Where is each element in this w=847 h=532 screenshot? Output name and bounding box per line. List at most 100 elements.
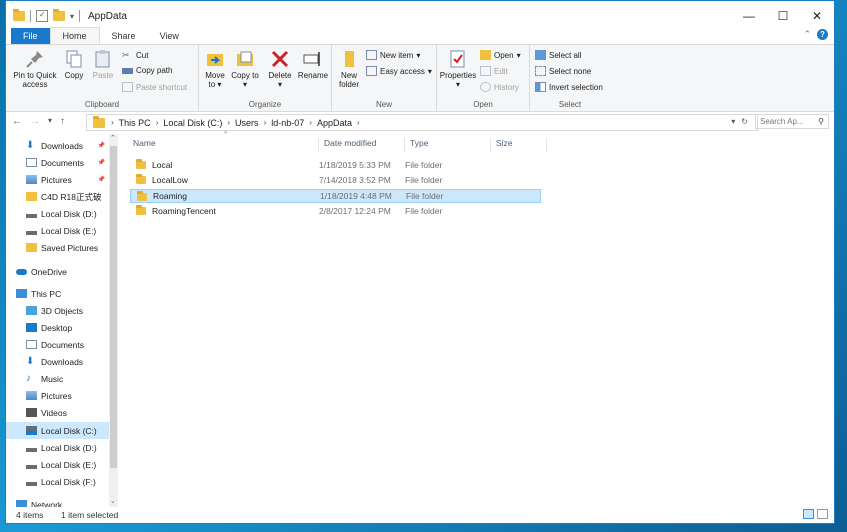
help-icon[interactable]: ? <box>817 29 828 40</box>
close-button[interactable]: ✕ <box>800 1 834 31</box>
cut-button[interactable]: ✂ Cut <box>122 50 148 60</box>
properties-button[interactable]: Properties ▾ <box>439 45 477 89</box>
open-group: Properties ▾ Open ▾ Edit History Open <box>437 45 530 111</box>
back-arrow-icon[interactable]: ← <box>12 116 22 127</box>
nav-item[interactable]: This PC <box>6 285 109 302</box>
easy-access-label: Easy access <box>380 66 425 76</box>
copy-to-label: Copy to <box>231 71 259 80</box>
nav-item[interactable]: ♪ Music <box>6 370 109 387</box>
new-folder-icon[interactable] <box>53 9 65 21</box>
nav-item-label: Local Disk (F:) <box>41 476 96 487</box>
easy-access-button[interactable]: Easy access ▾ <box>366 66 432 76</box>
paste-button[interactable]: Paste <box>91 45 115 80</box>
nav-item[interactable]: Pictures <box>6 387 109 404</box>
file-row[interactable]: Local 1/18/2019 5:33 PM File folder <box>130 158 541 172</box>
folder-icon <box>136 204 146 215</box>
nav-item[interactable]: Documents 📌 <box>6 154 109 171</box>
nav-item[interactable]: Local Disk (D:) <box>6 439 109 456</box>
nav-scrollbar[interactable]: ⌃ ⌄ <box>109 134 118 507</box>
search-box[interactable]: Search Ap... ⚲ <box>755 114 829 129</box>
title-bar: ✓ ▾ AppData — ☐ ✕ <box>6 1 834 31</box>
window-title: AppData <box>88 11 127 22</box>
customize-dropdown-icon[interactable]: ▾ <box>70 12 74 21</box>
scroll-down-arrow-icon[interactable]: ⌄ <box>110 497 116 505</box>
column-header-type[interactable]: Type <box>405 138 491 152</box>
breadcrumb-appdata[interactable]: AppData <box>314 118 355 128</box>
copy-path-button[interactable]: Copy path <box>122 66 172 75</box>
address-bar[interactable]: › This PC › Local Disk (C:) › Users › ld… <box>86 114 758 131</box>
edit-button[interactable]: Edit <box>480 66 508 76</box>
up-arrow-icon[interactable]: ↑ <box>60 116 65 127</box>
file-row[interactable]: Roaming 1/18/2019 4:48 PM File folder <box>130 188 541 203</box>
clipboard-group-label: Clipboard <box>84 100 120 109</box>
nav-item[interactable]: Desktop <box>6 319 109 336</box>
tab-home[interactable]: Home <box>49 27 100 44</box>
refresh-icon[interactable]: ↻ <box>741 117 748 126</box>
nav-item[interactable]: 3D Objects <box>6 302 109 319</box>
nav-item-label: Local Disk (D:) <box>41 442 97 453</box>
new-item-icon <box>366 50 377 60</box>
paste-shortcut-button[interactable]: Paste shortcut <box>122 82 187 92</box>
rename-label: Rename <box>297 71 329 80</box>
details-view-icon[interactable] <box>803 509 814 519</box>
nav-item[interactable]: C4D R18正式破 <box>6 188 109 205</box>
nav-item[interactable]: ⬇ Downloads <box>6 353 109 370</box>
nav-item[interactable]: Pictures 📌 <box>6 171 109 188</box>
column-header-date[interactable]: Date modified <box>319 138 405 152</box>
breadcrumb-local-disk-c[interactable]: Local Disk (C:) <box>160 118 225 128</box>
file-name: LocalLow <box>152 175 188 186</box>
search-icon[interactable]: ⚲ <box>818 117 824 126</box>
minimize-button[interactable]: — <box>732 1 766 31</box>
tab-file[interactable]: File <box>11 28 50 44</box>
maximize-button[interactable]: ☐ <box>766 1 800 31</box>
column-header-name[interactable]: Name <box>126 138 319 152</box>
breadcrumb-this-pc[interactable]: This PC <box>116 118 154 128</box>
forward-arrow-icon[interactable]: → <box>30 116 40 127</box>
drive-icon <box>26 481 37 486</box>
nav-item[interactable]: Documents <box>6 336 109 353</box>
select-all-button[interactable]: Select all <box>535 50 581 60</box>
move-to-button[interactable]: Move to ▾ <box>201 45 229 89</box>
nav-item[interactable]: ⬇ Downloads 📌 <box>6 137 109 154</box>
nav-item[interactable]: Local Disk (C:) <box>6 422 109 439</box>
nav-item[interactable]: Local Disk (E:) <box>6 456 109 473</box>
cloud-icon <box>16 268 27 275</box>
drive-icon <box>26 230 37 235</box>
open-button[interactable]: Open ▾ <box>480 50 521 60</box>
address-dropdown-icon[interactable]: ▾ <box>731 117 735 126</box>
file-row[interactable]: LocalLow 7/14/2018 3:52 PM File folder <box>130 173 541 187</box>
large-icons-view-icon[interactable] <box>817 509 828 519</box>
item-count: 4 items <box>16 510 44 520</box>
recent-locations-icon[interactable]: ▾ <box>48 116 52 127</box>
nav-item-label: Local Disk (C:) <box>41 425 97 436</box>
rename-button[interactable]: Rename <box>297 45 329 80</box>
new-folder-button[interactable]: New folder <box>335 45 363 89</box>
nav-scrollbar-thumb[interactable] <box>110 146 117 468</box>
nav-item[interactable]: Videos <box>6 404 109 421</box>
nav-item[interactable]: OneDrive <box>6 263 109 280</box>
breadcrumb-user[interactable]: ld-nb-07 <box>268 118 307 128</box>
nav-item[interactable]: Local Disk (D:) <box>6 205 109 222</box>
breadcrumb-users[interactable]: Users <box>232 118 262 128</box>
new-item-button[interactable]: New item ▾ <box>366 50 420 60</box>
folder-icon <box>26 192 37 201</box>
collapse-ribbon-icon[interactable]: ⌃ <box>803 29 811 40</box>
folder-icon[interactable] <box>13 9 25 21</box>
invert-selection-button[interactable]: Invert selection <box>535 82 603 92</box>
nav-item[interactable]: Saved Pictures <box>6 239 109 256</box>
file-row[interactable]: RoamingTencent 2/8/2017 12:24 PM File fold… <box>130 204 541 218</box>
divider <box>79 10 81 22</box>
scroll-up-arrow-icon[interactable]: ⌃ <box>110 134 116 142</box>
select-none-button[interactable]: Select none <box>535 66 591 76</box>
tab-share[interactable]: Share <box>100 28 148 44</box>
properties-check-icon[interactable]: ✓ <box>36 10 48 22</box>
tab-view[interactable]: View <box>148 28 191 44</box>
nav-item[interactable]: Local Disk (E:) <box>6 222 109 239</box>
copy-to-button[interactable]: Copy to ▾ <box>231 45 259 89</box>
pin-to-quick-access-button[interactable]: Pin to Quick access <box>9 45 61 89</box>
copy-button[interactable]: Copy <box>62 45 86 80</box>
history-button[interactable]: History <box>480 82 519 92</box>
delete-button[interactable]: Delete ▾ <box>266 45 294 89</box>
column-header-size[interactable]: Size <box>491 138 547 152</box>
nav-item[interactable]: Local Disk (F:) <box>6 473 109 490</box>
